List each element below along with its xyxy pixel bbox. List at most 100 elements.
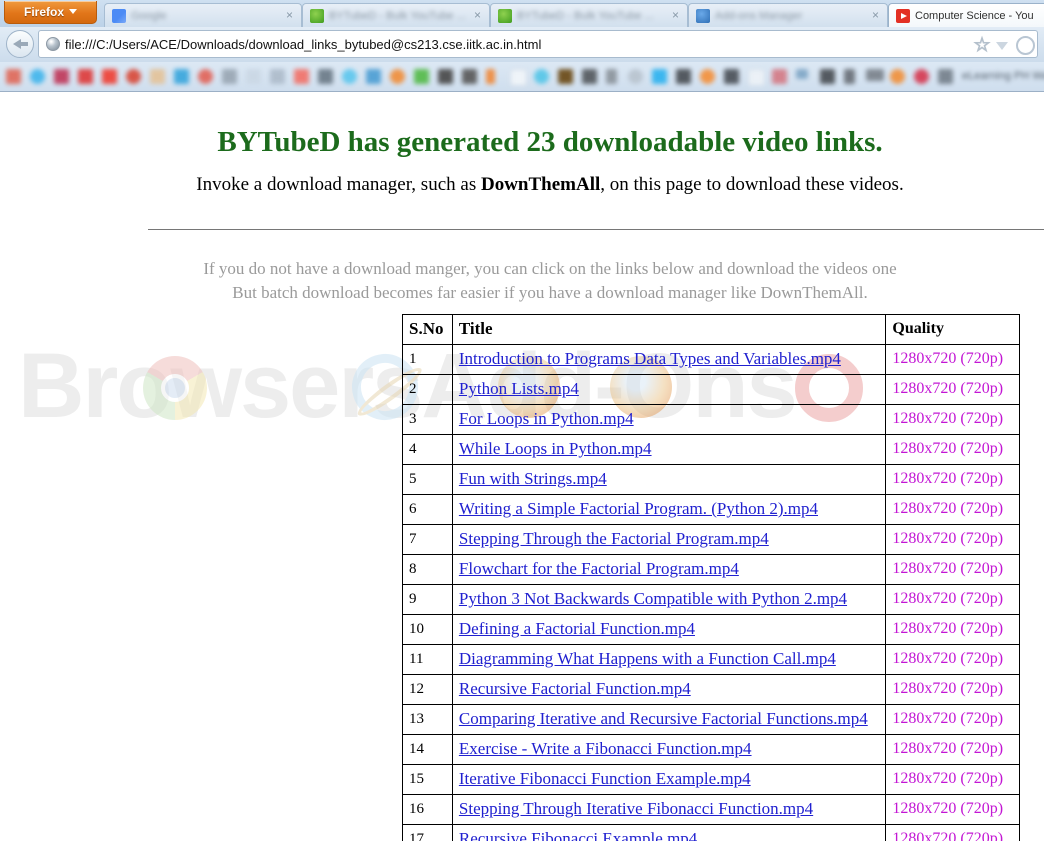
video-download-link[interactable]: Fun with Strings.mp4 xyxy=(459,469,607,488)
video-download-link[interactable]: Defining a Factorial Function.mp4 xyxy=(459,619,695,638)
bookmark-icon[interactable] xyxy=(222,69,237,84)
column-header-sno: S.No xyxy=(402,314,453,345)
bookmark-icon[interactable] xyxy=(676,69,691,84)
bookmark-icon[interactable] xyxy=(652,69,667,84)
bookmark-icon[interactable] xyxy=(748,69,765,86)
bookmark-icon[interactable] xyxy=(820,69,835,84)
bookmark-icon[interactable] xyxy=(628,69,643,84)
firefox-menu-button[interactable]: Firefox xyxy=(4,1,97,24)
bookmark-icon[interactable] xyxy=(700,69,715,84)
bookmark-icon[interactable] xyxy=(438,69,453,84)
video-download-link[interactable]: Recursive Fibonacci Example.mp4 xyxy=(459,829,697,841)
video-download-link[interactable]: Stepping Through the Factorial Program.m… xyxy=(459,529,769,548)
bookmark-icon[interactable] xyxy=(198,69,213,84)
cell-sno: 4 xyxy=(402,434,453,465)
google-icon xyxy=(112,9,126,23)
cell-sno: 14 xyxy=(402,734,453,765)
tab-google[interactable]: Google × xyxy=(104,3,302,27)
bookmark-overflow-label[interactable]: eLearning PH Warse ... xyxy=(962,70,1044,82)
video-download-link[interactable]: Comparing Iterative and Recursive Factor… xyxy=(459,709,868,728)
cell-sno: 3 xyxy=(402,404,453,435)
cell-quality: 1280x720 (720p) xyxy=(885,434,1020,465)
chevron-down-icon[interactable] xyxy=(996,42,1008,50)
bookmark-icon[interactable] xyxy=(318,69,333,84)
close-icon[interactable]: × xyxy=(869,8,882,22)
video-download-link[interactable]: Recursive Factorial Function.mp4 xyxy=(459,679,691,698)
bookmark-icon[interactable] xyxy=(486,69,495,84)
tab-label: BYTubeD - Bulk YouTube ... xyxy=(329,10,466,22)
bookmark-icon[interactable] xyxy=(534,69,549,84)
cell-title: Python 3 Not Backwards Compatible with P… xyxy=(451,584,887,615)
bookmark-icon[interactable] xyxy=(246,69,261,84)
tab-computer-science-youtube[interactable]: Computer Science - You xyxy=(888,3,1044,27)
bookmark-icon[interactable] xyxy=(914,69,929,84)
video-download-link[interactable]: Flowchart for the Factorial Program.mp4 xyxy=(459,559,739,578)
globe-icon xyxy=(46,37,60,51)
video-download-link[interactable]: Diagramming What Happens with a Function… xyxy=(459,649,836,668)
bookmark-icon[interactable] xyxy=(890,69,905,84)
cell-sno: 11 xyxy=(402,644,453,675)
bookmark-icon[interactable] xyxy=(6,69,21,84)
bookmark-icon[interactable] xyxy=(462,69,477,84)
bookmark-star-icon[interactable]: ☆ xyxy=(973,36,991,56)
horizontal-divider xyxy=(148,229,1044,230)
firefox-menu-label: Firefox xyxy=(23,5,64,19)
tab-addons-manager[interactable]: Add-ons Manager × xyxy=(688,3,888,27)
cell-sno: 5 xyxy=(402,464,453,495)
tab-label: Add-ons Manager xyxy=(715,10,803,22)
bookmark-icon[interactable] xyxy=(342,69,357,84)
bookmark-icon[interactable] xyxy=(294,69,309,84)
tab-bytubed-1[interactable]: BYTubeD - Bulk YouTube ... × xyxy=(302,3,490,27)
close-icon[interactable]: × xyxy=(283,8,296,22)
close-icon[interactable]: × xyxy=(669,8,682,22)
table-body: 1 Introduction to Programs Data Types and… xyxy=(402,344,1020,841)
bookmark-icon[interactable] xyxy=(510,69,527,86)
tab-strip: Firefox Google × BYTubeD - Bulk YouTube … xyxy=(0,0,1044,27)
bookmark-icon[interactable] xyxy=(78,69,93,84)
address-bar[interactable]: file:///C:/Users/ACE/Downloads/download_… xyxy=(38,30,1038,58)
video-download-link[interactable]: Iterative Fibonacci Function Example.mp4 xyxy=(459,769,751,788)
video-download-link[interactable]: Stepping Through Iterative Fibonacci Fun… xyxy=(459,799,813,818)
table-row: 15 Iterative Fibonacci Function Example.m… xyxy=(402,764,1020,795)
bookmark-icon[interactable] xyxy=(54,69,69,84)
bookmark-icon[interactable] xyxy=(126,69,141,84)
cell-title: Iterative Fibonacci Function Example.mp4 xyxy=(451,764,887,795)
bookmark-icon[interactable] xyxy=(724,69,739,84)
bookmark-icon[interactable] xyxy=(414,69,429,84)
bookmark-icon[interactable] xyxy=(366,69,381,84)
cell-title: Fun with Strings.mp4 xyxy=(451,464,887,495)
cell-title: Writing a Simple Factorial Program. (Pyt… xyxy=(451,494,887,525)
bookmark-icon[interactable] xyxy=(390,69,405,84)
video-download-link[interactable]: While Loops in Python.mp4 xyxy=(459,439,652,458)
bookmark-icon[interactable] xyxy=(558,69,573,84)
bookmark-icon[interactable] xyxy=(844,69,855,84)
cell-quality: 1280x720 (720p) xyxy=(885,524,1020,555)
video-download-link[interactable]: Exercise - Write a Fibonacci Function.mp… xyxy=(459,739,752,758)
video-download-link[interactable]: Writing a Simple Factorial Program. (Pyt… xyxy=(459,499,818,518)
bookmark-icon[interactable] xyxy=(150,69,165,84)
close-icon[interactable]: × xyxy=(471,8,484,22)
cell-title: Recursive Fibonacci Example.mp4 xyxy=(451,824,887,841)
bookmark-icon[interactable] xyxy=(174,69,189,84)
table-row: 3 For Loops in Python.mp4 1280x720 (720p) xyxy=(402,404,1020,435)
bookmark-icon[interactable] xyxy=(772,69,787,84)
bookmark-icon[interactable] xyxy=(606,69,617,84)
bookmark-icon[interactable] xyxy=(796,69,808,79)
note-line-2: But batch download becomes far easier if… xyxy=(232,283,868,302)
back-button[interactable] xyxy=(6,30,34,58)
page-note: If you do not have a download manger, yo… xyxy=(0,257,1044,305)
bookmark-icon[interactable] xyxy=(582,69,597,84)
tab-bytubed-2[interactable]: BYTubeD - Bulk YouTube ... × xyxy=(490,3,688,27)
video-download-link[interactable]: Python Lists.mp4 xyxy=(459,379,579,398)
video-download-link[interactable]: For Loops in Python.mp4 xyxy=(459,409,634,428)
bookmark-icon[interactable] xyxy=(102,69,117,84)
video-download-link[interactable]: Introduction to Programs Data Types and … xyxy=(459,349,841,368)
reload-icon[interactable] xyxy=(1016,36,1035,55)
table-row: 14 Exercise - Write a Fibonacci Function.… xyxy=(402,734,1020,765)
bookmark-icon[interactable] xyxy=(270,69,285,84)
bookmark-icon[interactable] xyxy=(938,69,953,84)
table-row: 7 Stepping Through the Factorial Program.… xyxy=(402,524,1020,555)
video-download-link[interactable]: Python 3 Not Backwards Compatible with P… xyxy=(459,589,847,608)
bookmark-icon[interactable] xyxy=(866,69,884,81)
bookmark-icon[interactable] xyxy=(30,69,45,84)
